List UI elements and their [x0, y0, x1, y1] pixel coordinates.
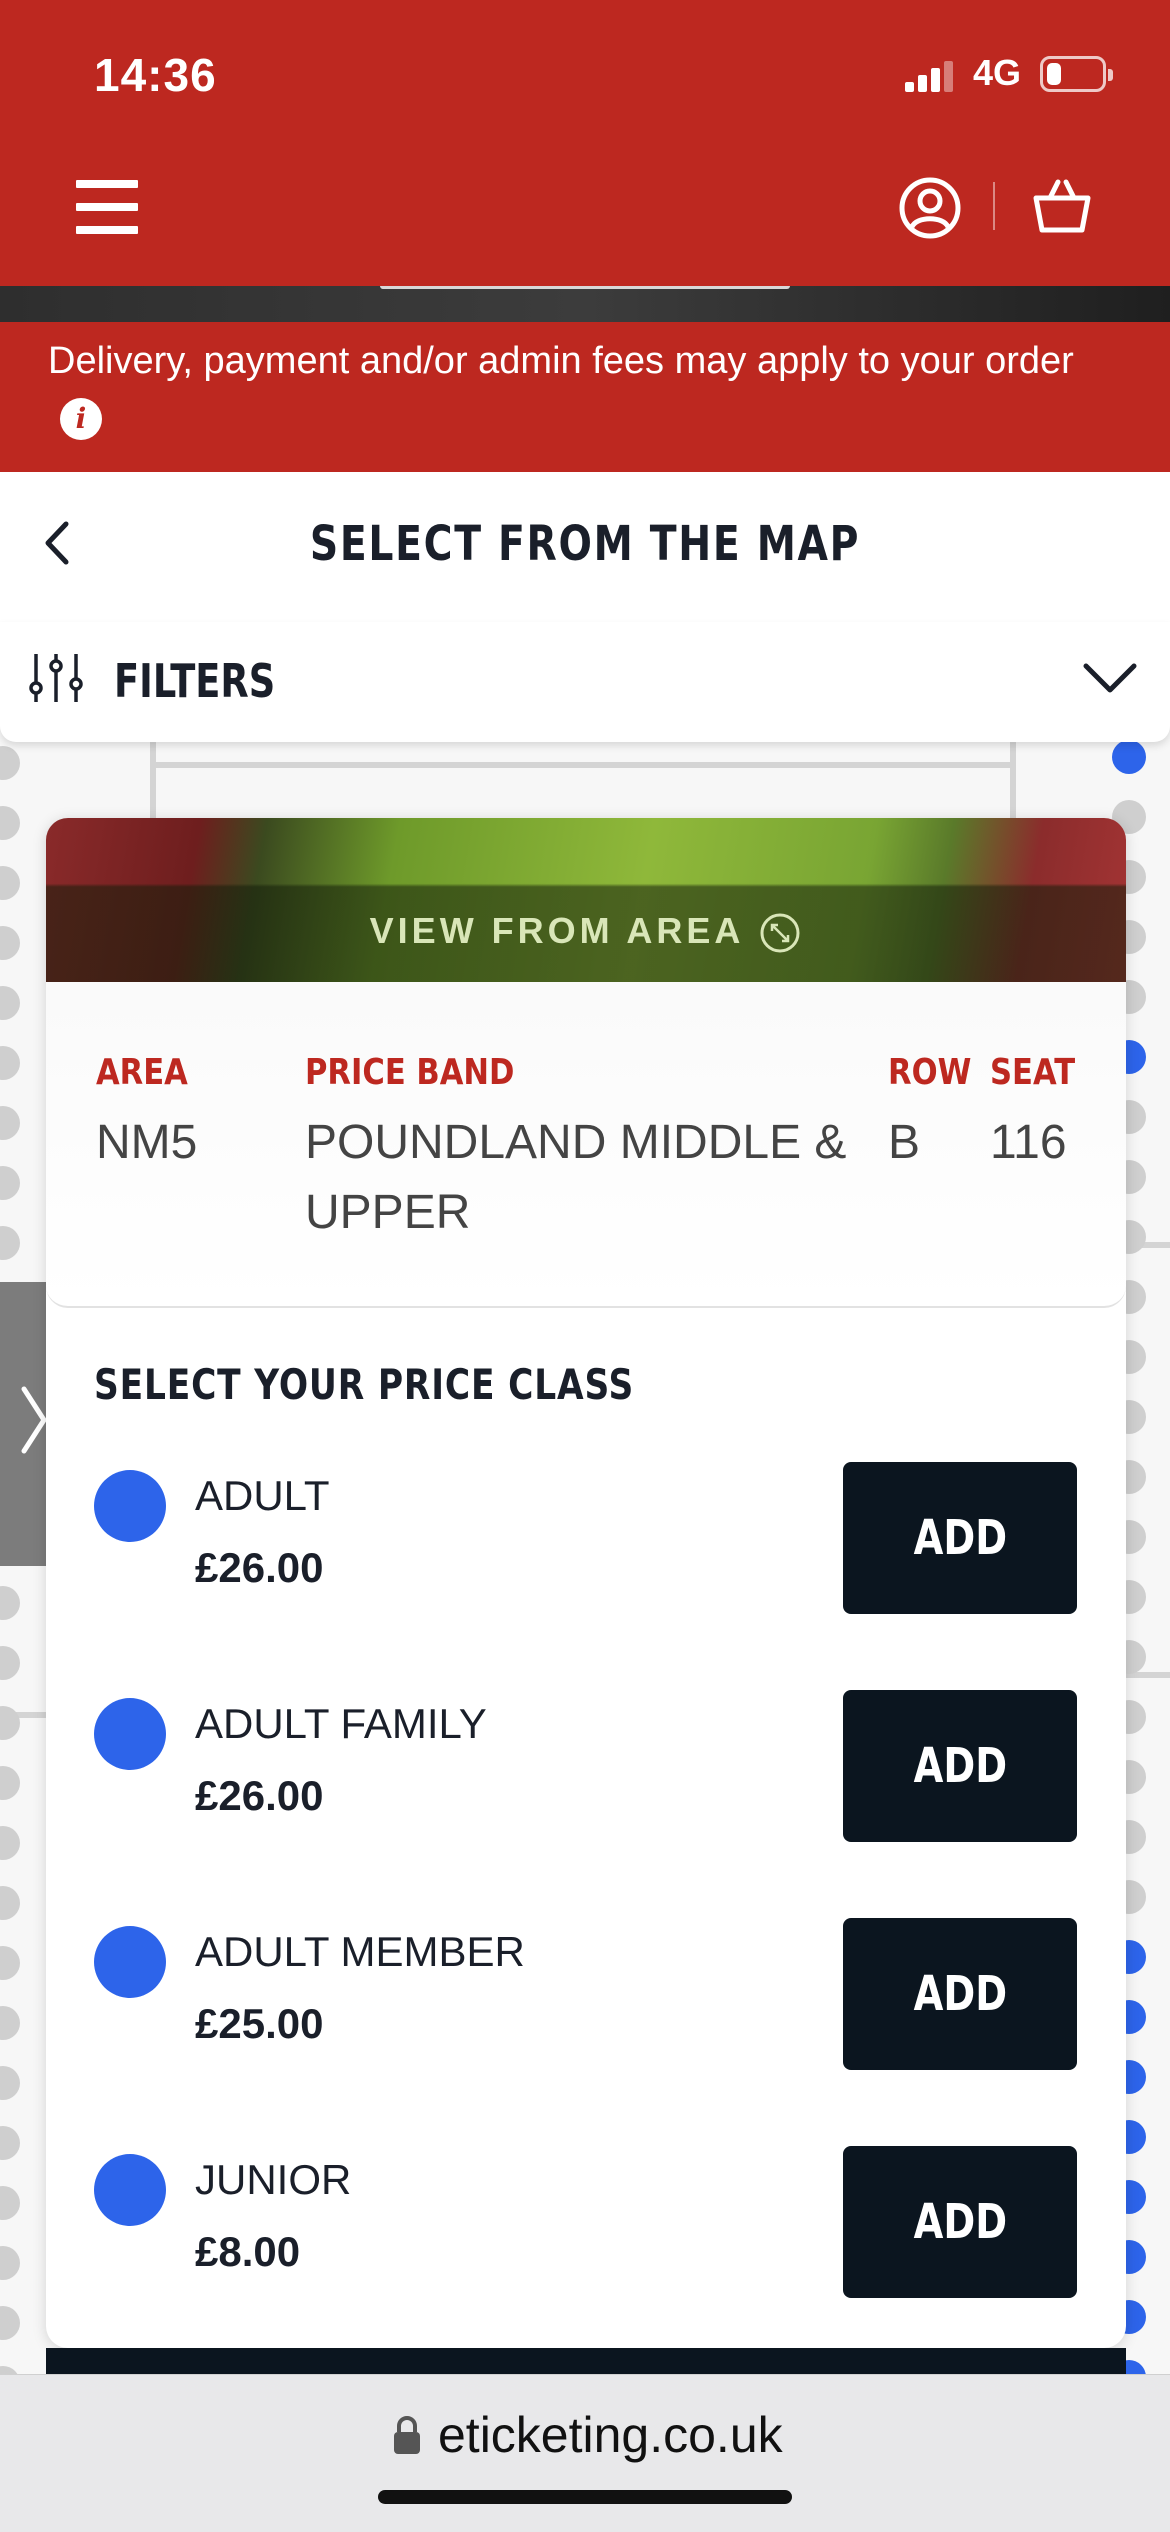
row-label: ROW	[888, 1052, 972, 1093]
price-class-name: ADULT MEMBER	[195, 1928, 525, 1975]
add-adult-button[interactable]: ADD	[843, 1462, 1077, 1614]
add-button-label: ADD	[913, 1510, 1007, 1566]
battery-icon	[1040, 56, 1113, 92]
price-class-dot	[94, 1698, 166, 1770]
add-button-label: ADD	[913, 1738, 1007, 1794]
row-value: B	[888, 1116, 921, 1169]
back-icon[interactable]	[36, 516, 76, 570]
price-class-row: ADULT £26.00 ADD	[46, 1462, 1126, 1624]
price-class-dot	[94, 1470, 166, 1542]
add-adult-family-button[interactable]: ADD	[843, 1690, 1077, 1842]
price-class-heading: SELECT YOUR PRICE CLASS	[94, 1360, 635, 1409]
price-class-name: ADULT FAMILY	[195, 1700, 487, 1747]
add-adult-member-button[interactable]: ADD	[843, 1918, 1077, 2070]
info-icon[interactable]: i	[60, 398, 102, 440]
url-text[interactable]: eticketing.co.uk	[438, 2406, 783, 2464]
menu-icon[interactable]	[76, 180, 140, 234]
expand-icon	[760, 913, 800, 953]
home-indicator	[378, 2490, 792, 2504]
seat-label: SEAT	[990, 1052, 1076, 1093]
price-class-amount: £26.00	[195, 1772, 324, 1819]
status-time: 14:36	[94, 49, 217, 101]
basket-icon[interactable]	[1030, 174, 1094, 238]
price-class-amount: £26.00	[195, 1544, 324, 1591]
price-class-row: ADULT MEMBER £25.00 ADD	[46, 1918, 1126, 2080]
price-class-row: JUNIOR £8.00 ADD	[46, 2146, 1126, 2308]
page-title: SELECT FROM THE MAP	[309, 516, 861, 572]
price-band-value: POUNDLAND MIDDLE & UPPER	[305, 1108, 846, 1248]
view-from-area-label: VIEW FROM AREA	[369, 910, 745, 951]
price-band-value-line-2: UPPER	[305, 1186, 471, 1239]
signal-icon	[905, 60, 953, 92]
chevron-down-icon[interactable]	[1082, 660, 1138, 696]
map-seat[interactable]	[1112, 740, 1146, 774]
price-class-amount: £8.00	[195, 2228, 301, 2275]
price-class-dot	[94, 2154, 166, 2226]
price-class-name: JUNIOR	[195, 2156, 352, 2203]
network-label: 4G	[973, 52, 1022, 93]
add-button-label: ADD	[913, 1966, 1007, 2022]
header-divider	[993, 182, 995, 230]
price-class-amount: £25.00	[195, 2000, 324, 2047]
filters-icon	[29, 654, 83, 702]
price-class-name: ADULT	[195, 1472, 330, 1519]
price-class-row: ADULT FAMILY £26.00 ADD	[46, 1690, 1126, 1852]
card-footer-strip	[46, 2348, 1126, 2374]
area-label: AREA	[96, 1052, 188, 1093]
area-value: NM5	[96, 1116, 198, 1169]
seat-value: 116	[990, 1116, 1067, 1169]
add-button-label: ADD	[913, 2194, 1007, 2250]
fees-banner-text: Delivery, payment and/or admin fees may …	[48, 340, 1074, 382]
price-class-dot	[94, 1926, 166, 1998]
account-icon[interactable]	[898, 176, 962, 240]
price-band-value-line-1: POUNDLAND MIDDLE &	[305, 1116, 847, 1169]
price-band-label: PRICE BAND	[305, 1052, 515, 1093]
lock-icon	[394, 2416, 420, 2454]
view-from-area-image[interactable]	[46, 818, 1126, 982]
filters-label[interactable]: FILTERS	[114, 654, 275, 708]
add-junior-button[interactable]: ADD	[843, 2146, 1077, 2298]
hero-strip	[0, 286, 1170, 322]
view-from-area-button[interactable]: VIEW FROM AREA	[46, 910, 1126, 955]
